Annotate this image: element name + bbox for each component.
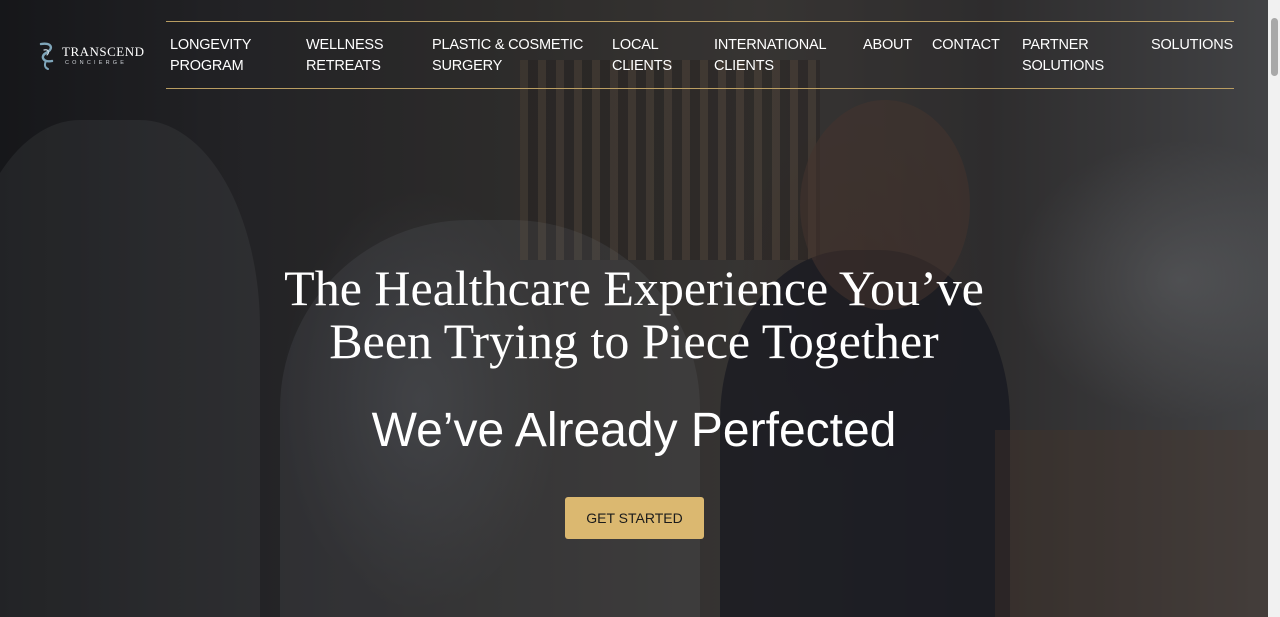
nav-item-plastic-cosmetic-surgery[interactable]: PLASTIC & COSMETIC SURGERY	[432, 35, 583, 77]
nav-label-line1: LOCAL	[612, 37, 659, 53]
hero-headline-line2: Been Trying to Piece Together	[329, 313, 939, 369]
brand-name: TRANSCEND	[62, 44, 145, 59]
nav-label-line2: RETREATS	[306, 58, 381, 74]
nav-item-local-clients[interactable]: LOCAL CLIENTS	[612, 35, 672, 77]
nav-item-partner-solutions[interactable]: PARTNER SOLUTIONS	[1022, 35, 1104, 77]
nav-item-wellness-retreats[interactable]: WELLNESS RETREATS	[306, 35, 384, 77]
hero-subheadline: We’ve Already Perfected	[371, 404, 897, 457]
nav-label-line1: LONGEVITY	[170, 37, 252, 53]
nav-label-line2: PROGRAM	[170, 58, 244, 74]
nav-item-international-clients[interactable]: INTERNATIONAL CLIENTS	[714, 35, 827, 77]
nav-label-line2: SURGERY	[432, 58, 503, 74]
nav-item-solutions[interactable]: SOLUTIONS	[1151, 35, 1233, 56]
nav-label-line2: CLIENTS	[714, 58, 774, 74]
get-started-button[interactable]: GET STARTED	[565, 497, 704, 539]
hero-headline-line1: The Healthcare Experience You’ve	[284, 260, 984, 316]
nav-label-line1: ABOUT	[863, 37, 912, 53]
nav-label-line2: CLIENTS	[612, 58, 672, 74]
transcend-wave-icon	[39, 42, 54, 70]
hero-section: TRANSCEND CONCIERGE LONGEVITY PROGRAM WE…	[0, 0, 1268, 617]
page-scrollbar[interactable]	[1268, 0, 1280, 617]
nav-label-line2: SOLUTIONS	[1022, 58, 1104, 74]
nav-label-line1: SOLUTIONS	[1151, 37, 1233, 53]
nav-item-contact[interactable]: CONTACT	[932, 35, 1000, 56]
nav-label-line1: INTERNATIONAL	[714, 37, 827, 53]
brand-tagline: CONCIERGE	[65, 60, 128, 66]
brand-logo[interactable]: TRANSCEND CONCIERGE	[38, 41, 153, 71]
nav-item-longevity-program[interactable]: LONGEVITY PROGRAM	[170, 35, 251, 77]
nav-label-line1: CONTACT	[932, 37, 1000, 53]
scrollbar-thumb[interactable]	[1271, 18, 1278, 76]
nav-label-line1: WELLNESS	[306, 37, 384, 53]
nav-label-line1: PLASTIC & COSMETIC	[432, 37, 584, 53]
hero-headline: The Healthcare Experience You’ve Been Tr…	[0, 262, 1268, 368]
main-nav: LONGEVITY PROGRAM WELLNESS RETREATS PLAS…	[166, 21, 1234, 89]
nav-item-about[interactable]: ABOUT	[863, 35, 912, 56]
nav-label-line1: PARTNER	[1022, 37, 1089, 53]
